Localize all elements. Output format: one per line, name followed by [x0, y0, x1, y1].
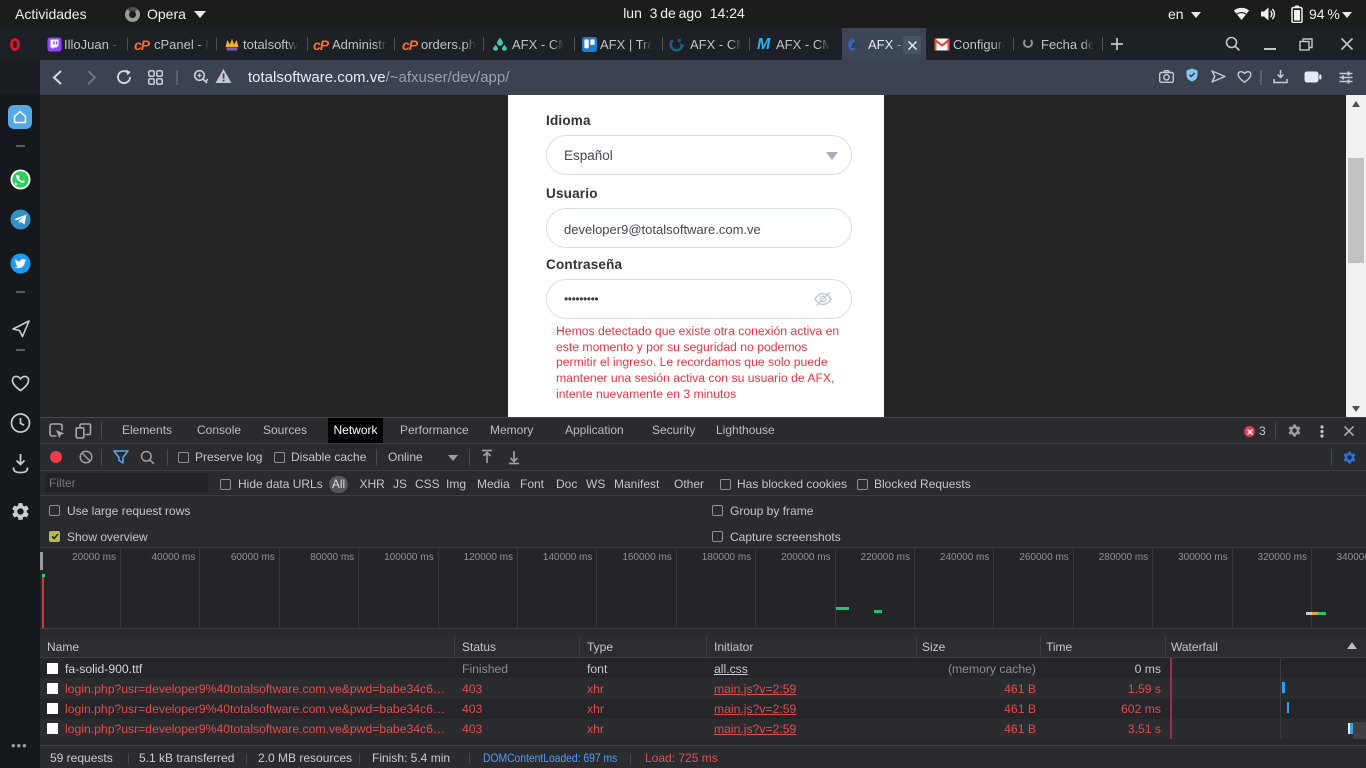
svg-text:fx: fx: [680, 43, 684, 49]
svg-text:afx: afx: [851, 40, 864, 50]
